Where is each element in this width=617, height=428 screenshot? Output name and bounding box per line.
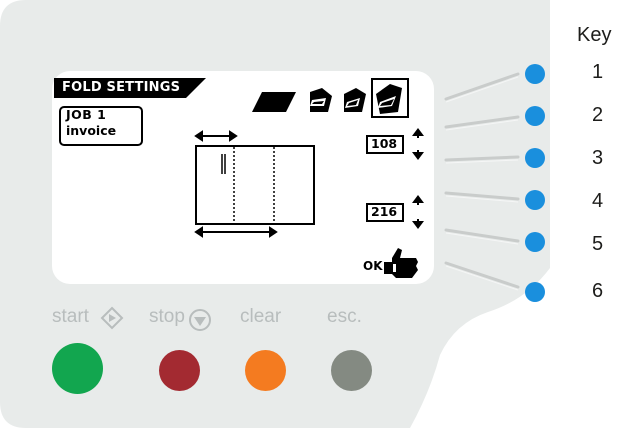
key-item-6: 6 — [592, 280, 604, 302]
ok-label: OK — [363, 259, 383, 273]
sheet-outline — [195, 145, 315, 225]
key-item-1: 1 — [592, 61, 604, 83]
softkey-5[interactable] — [525, 232, 545, 252]
fold-length-1-arrows — [412, 128, 424, 160]
job-number: JOB 1 — [66, 107, 107, 122]
top-dimension-arrow — [194, 130, 238, 142]
softkey-1[interactable] — [525, 64, 545, 84]
letter-fold-icon — [344, 88, 366, 112]
decrease-arrow-icon — [412, 221, 424, 229]
flat-sheet-icon — [252, 92, 296, 112]
screen-title: FOLD SETTINGS — [62, 80, 181, 95]
fold-diagram — [194, 130, 315, 238]
key-item-3: 3 — [592, 147, 604, 169]
fold-length-2-value: 216 — [371, 204, 398, 219]
fold-length-1-value: 108 — [371, 136, 398, 151]
increase-arrow-icon — [412, 128, 424, 136]
key-item-2: 2 — [592, 104, 604, 126]
clear-button[interactable] — [245, 350, 286, 391]
start-label: start — [52, 306, 89, 327]
key-item-5: 5 — [592, 233, 604, 255]
key-title: Key — [577, 24, 612, 46]
fold-type-icons — [252, 78, 409, 118]
decrease-arrow-icon — [412, 152, 424, 160]
esc-label: esc. — [327, 306, 362, 327]
start-button[interactable] — [52, 343, 103, 394]
increase-arrow-icon — [412, 195, 424, 203]
stop-icon — [189, 309, 211, 331]
softkey-3[interactable] — [525, 148, 545, 168]
fold-length-2-arrows — [412, 195, 424, 229]
start-icon — [100, 306, 124, 330]
key-item-4: 4 — [592, 190, 604, 212]
bottom-dimension-arrow — [194, 226, 278, 238]
stop-button[interactable] — [159, 350, 200, 391]
softkey-4[interactable] — [525, 190, 545, 210]
zfold-selected-icon — [371, 78, 409, 118]
softkey-2[interactable] — [525, 106, 545, 126]
softkey-6[interactable] — [525, 282, 545, 302]
job-name: invoice — [66, 123, 117, 138]
single-fold-icon — [310, 88, 332, 112]
stop-label: stop — [149, 306, 185, 327]
clear-label: clear — [240, 306, 282, 327]
thumbs-up-icon — [384, 248, 418, 278]
esc-button[interactable] — [331, 350, 372, 391]
